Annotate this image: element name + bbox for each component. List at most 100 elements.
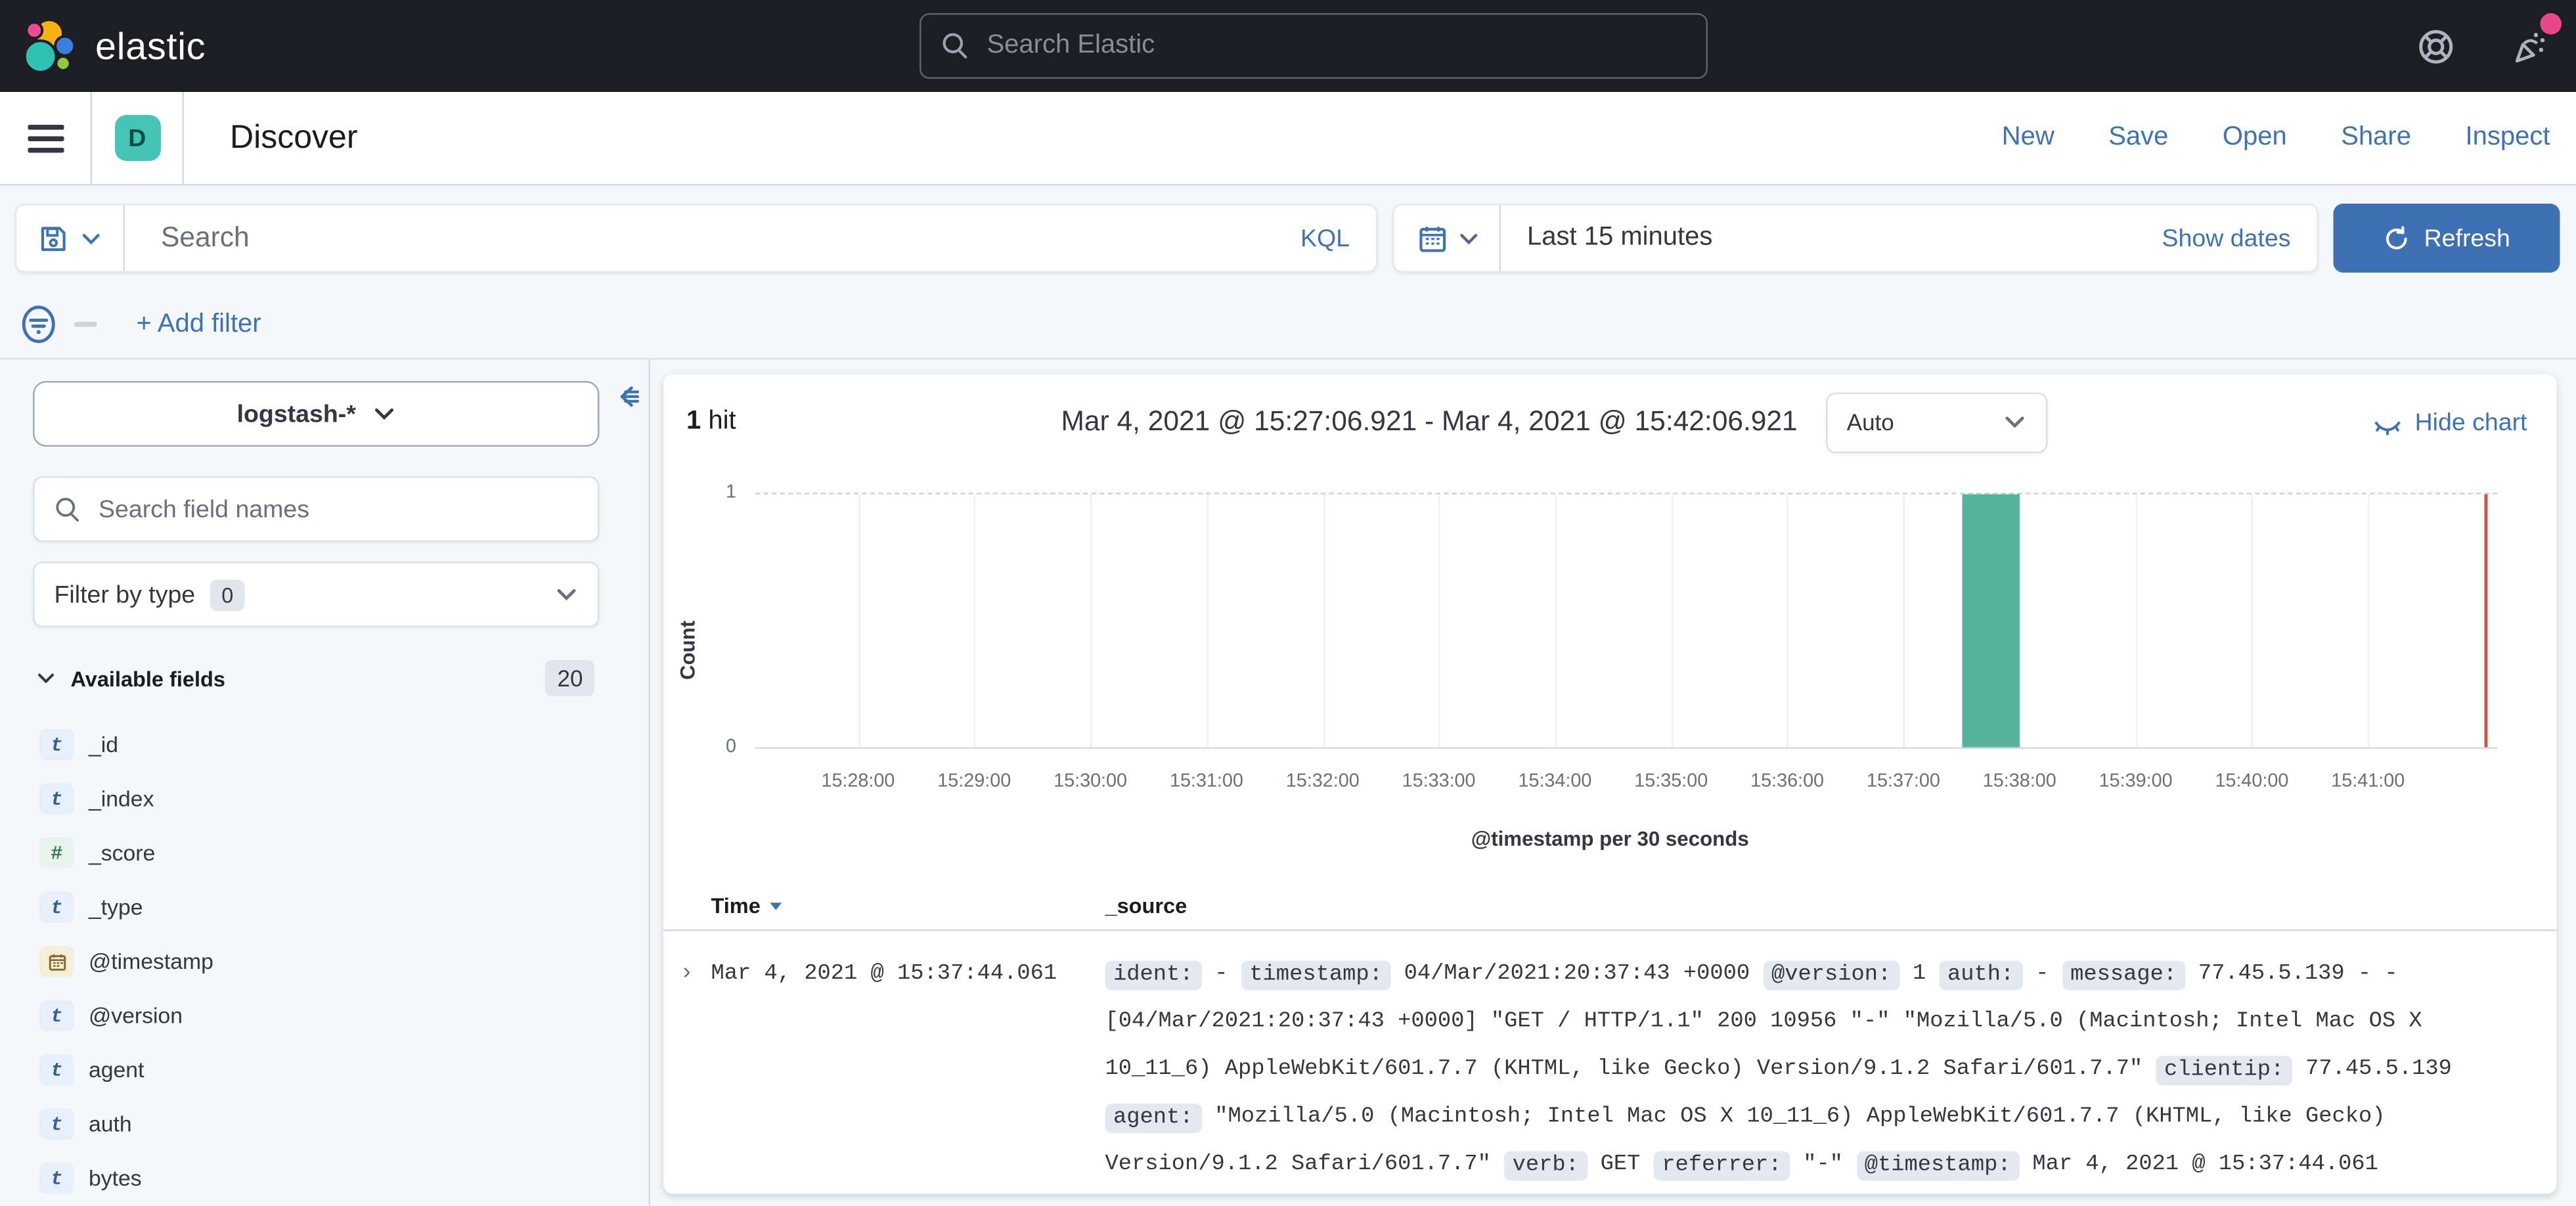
- field-search-input[interactable]: Search field names: [33, 476, 600, 542]
- time-column-header[interactable]: Time: [711, 893, 1105, 918]
- refresh-label: Refresh: [2424, 224, 2510, 252]
- header-action-new[interactable]: New: [2002, 123, 2054, 153]
- collapse-sidebar-button[interactable]: [614, 383, 642, 411]
- newsfeed-button[interactable]: [2511, 26, 2550, 66]
- field-item-@version[interactable]: t @version: [0, 989, 649, 1043]
- search-icon: [941, 32, 971, 61]
- app-badge-wrap: D: [92, 92, 184, 184]
- gridline: [2136, 495, 2138, 748]
- field-search-placeholder: Search field names: [99, 495, 309, 524]
- elastic-logo[interactable]: elastic: [0, 18, 206, 74]
- gridline: [1207, 495, 1209, 748]
- filter-menu-icon[interactable]: [20, 304, 58, 346]
- chevron-down-icon: [2003, 411, 2026, 434]
- x-tick-label: 15:32:00: [1286, 772, 1360, 792]
- filter-bar: + Add filter: [0, 291, 2576, 360]
- x-tick-label: 15:29:00: [937, 772, 1011, 792]
- field-type-date-icon: [39, 946, 74, 977]
- x-tick-label: 15:33:00: [1402, 772, 1476, 792]
- source-field-badge: message:: [2062, 960, 2185, 989]
- available-fields-count: 20: [546, 660, 594, 696]
- x-tick-label: 15:35:00: [1634, 772, 1708, 792]
- field-item-_score[interactable]: #_score: [0, 826, 649, 881]
- query-search-input[interactable]: Search KQL: [15, 204, 1378, 273]
- gridline: [1439, 495, 1441, 748]
- discover-app-badge[interactable]: D: [114, 115, 160, 161]
- field-item-@timestamp[interactable]: @timestamp: [0, 935, 649, 989]
- source-field-badge: @version:: [1763, 960, 1899, 989]
- x-tick-label: 15:40:00: [2215, 772, 2288, 792]
- gridline: [2368, 495, 2370, 748]
- filter-by-type-count: 0: [210, 579, 245, 610]
- field-item-_id[interactable]: t_id: [0, 718, 649, 772]
- header-actions: New Save Open Share Inspect: [2002, 123, 2576, 153]
- gridline: [974, 495, 976, 748]
- gridline: [1555, 495, 1557, 748]
- field-type-text-icon: t: [39, 1163, 74, 1194]
- filter-by-type-dropdown[interactable]: Filter by type 0: [33, 562, 600, 627]
- histogram-bar[interactable]: [1961, 495, 2019, 748]
- gridline: [1090, 495, 1092, 748]
- source-field-badge: @timestamp:: [1856, 1150, 2019, 1180]
- header-action-save[interactable]: Save: [2108, 123, 2168, 153]
- header-action-open[interactable]: Open: [2223, 123, 2287, 153]
- hide-chart-label: Hide chart: [2415, 408, 2527, 436]
- chevron-down-icon: [81, 227, 102, 249]
- header-action-share[interactable]: Share: [2341, 123, 2411, 153]
- global-search-placeholder: Search Elastic: [987, 32, 1155, 61]
- doc-time-cell: Mar 4, 2021 @ 15:37:44.061: [711, 951, 1105, 1190]
- chevron-down-icon: [36, 669, 56, 688]
- query-placeholder: Search: [125, 222, 250, 255]
- x-tick-label: 15:28:00: [821, 772, 895, 792]
- date-picker: Last 15 minutes Show dates: [1392, 204, 2319, 273]
- field-item-bytes[interactable]: tbytes: [0, 1151, 649, 1206]
- field-name: bytes: [89, 1166, 142, 1191]
- help-button[interactable]: [2416, 26, 2455, 66]
- field-item-_type[interactable]: t_type: [0, 880, 649, 935]
- time-range-value[interactable]: Last 15 minutes: [1501, 223, 1712, 253]
- saved-query-menu-button[interactable]: [16, 206, 125, 271]
- field-type-text-icon: t: [39, 1054, 74, 1086]
- gridline: [1787, 495, 1789, 748]
- source-field-badge: verb:: [1504, 1150, 1587, 1180]
- available-fields-header[interactable]: Available fields 20: [36, 660, 594, 696]
- global-search-input[interactable]: Search Elastic: [920, 13, 1708, 79]
- index-pattern-selector[interactable]: logstash-*: [33, 381, 600, 447]
- menu-button[interactable]: [0, 92, 92, 184]
- x-axis-ticks: 15:28:0015:29:0015:30:0015:31:0015:32:00…: [755, 772, 2498, 798]
- source-field-badge: referrer:: [1654, 1150, 1790, 1180]
- source-field-badge: clientip:: [2156, 1055, 2292, 1084]
- hide-chart-link[interactable]: Hide chart: [2372, 407, 2527, 437]
- x-tick-label: 15:30:00: [1054, 772, 1127, 792]
- source-field-badge: auth:: [1940, 960, 2022, 989]
- header-action-inspect[interactable]: Inspect: [2466, 123, 2550, 153]
- fields-sidebar: logstash-* Search field names Filter by …: [0, 360, 650, 1206]
- query-bar: Search KQL Last 15 minutes Show dates: [0, 186, 2576, 291]
- gridline: [858, 495, 860, 748]
- chevron-down-icon: [372, 403, 395, 426]
- save-icon: [38, 223, 70, 254]
- field-item-agent[interactable]: tagent: [0, 1043, 649, 1098]
- show-dates-link[interactable]: Show dates: [2162, 224, 2317, 252]
- expand-row-chevron-icon[interactable]: ›: [673, 951, 711, 1190]
- field-name: auth: [89, 1112, 132, 1137]
- hits-count: 1 hit: [686, 407, 736, 437]
- collapse-left-icon: [614, 383, 642, 411]
- kql-toggle[interactable]: KQL: [1300, 224, 1376, 252]
- field-name: agent: [89, 1058, 144, 1083]
- refresh-button[interactable]: Refresh: [2334, 204, 2560, 273]
- histogram-chart[interactable]: Count 1 0 15:28:0015:29:0015:30:0015:31:…: [663, 470, 2557, 880]
- gridline: [1323, 495, 1325, 748]
- field-name: @version: [89, 1004, 183, 1029]
- hamburger-icon: [27, 118, 63, 159]
- doc-table-row[interactable]: › Mar 4, 2021 @ 15:37:44.061 ident: - ti…: [663, 931, 2557, 1190]
- field-item-auth[interactable]: tauth: [0, 1097, 649, 1151]
- date-quick-menu-button[interactable]: [1394, 206, 1501, 271]
- interval-select[interactable]: Auto: [1825, 391, 2047, 453]
- field-item-_index[interactable]: t_index: [0, 772, 649, 826]
- add-filter-link[interactable]: + Add filter: [137, 309, 261, 339]
- top-chrome-bar: elastic Search Elastic: [0, 0, 2576, 92]
- source-column-header: _source: [1105, 893, 2557, 918]
- field-type-text-icon: t: [39, 1000, 74, 1032]
- results-panel: 1 hit Mar 4, 2021 @ 15:27:06.921 - Mar 4…: [663, 374, 2557, 1194]
